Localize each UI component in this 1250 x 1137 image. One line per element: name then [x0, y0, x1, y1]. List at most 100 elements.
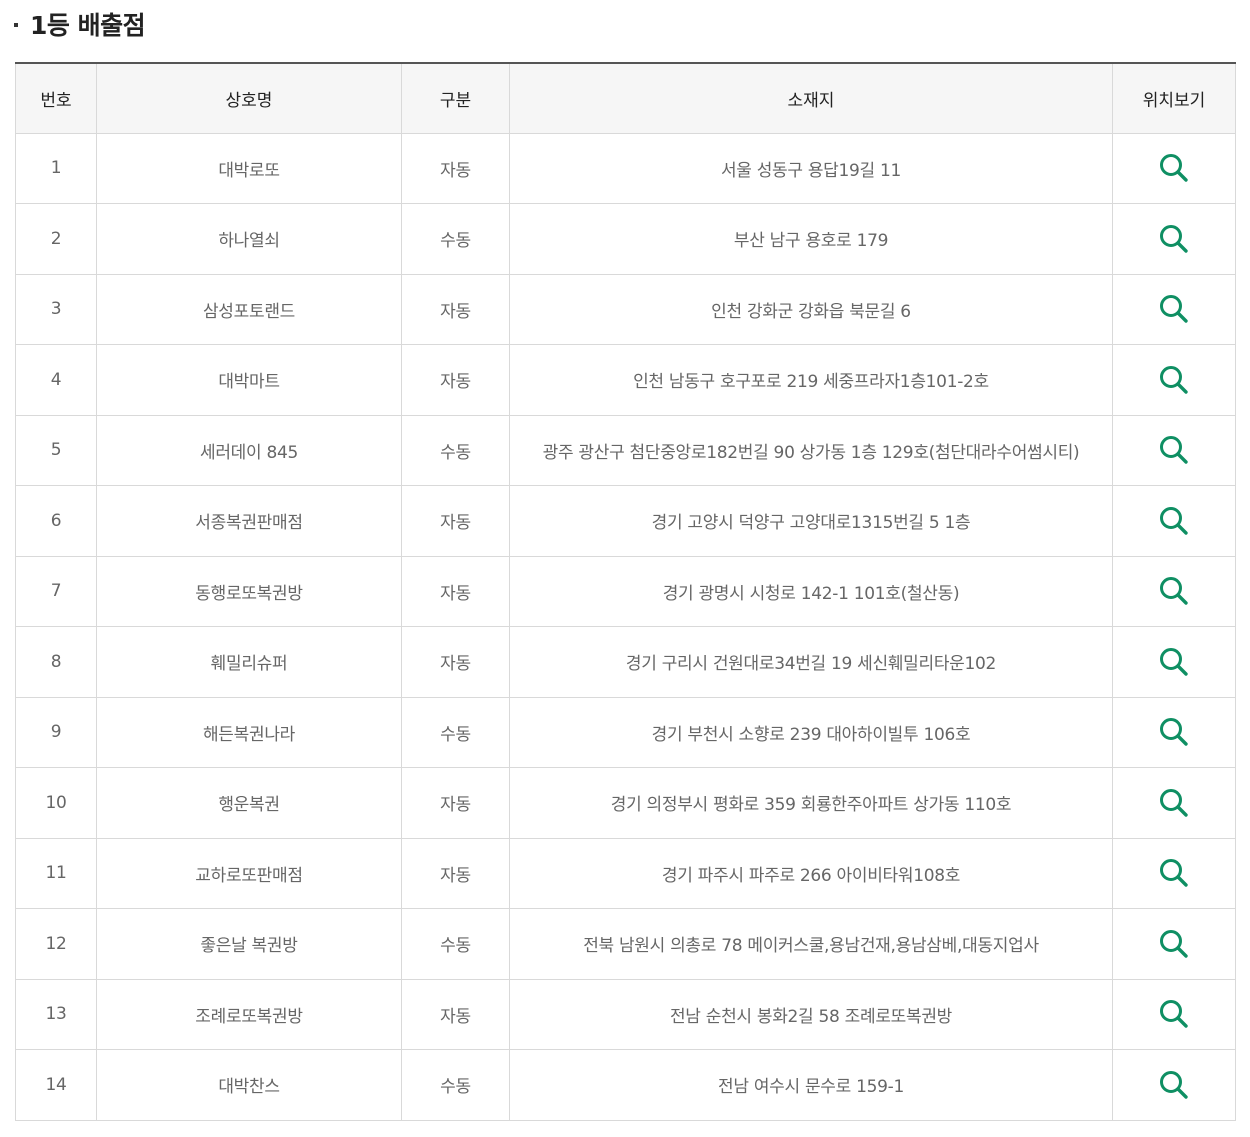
- table-row: 10 행운복권 자동 경기 의정부시 평화로 359 회룡한주아파트 상가동 110호: [15, 767, 1236, 839]
- cell-name: 하나열쇠: [96, 203, 402, 275]
- cell-type: 수동: [401, 696, 510, 768]
- cell-map: [1112, 344, 1236, 416]
- view-location-button[interactable]: [1157, 363, 1191, 397]
- search-icon: [1157, 856, 1191, 890]
- cell-map: [1112, 767, 1236, 839]
- cell-map: [1112, 978, 1236, 1050]
- view-location-button[interactable]: [1157, 151, 1191, 185]
- view-location-button[interactable]: [1157, 997, 1191, 1031]
- cell-address: 전남 여수시 문수로 159-1: [509, 1049, 1113, 1121]
- search-icon: [1157, 1068, 1191, 1102]
- cell-map: [1112, 132, 1236, 204]
- section-title: 1등 배출점: [14, 6, 146, 42]
- cell-name: 대박로또: [96, 132, 402, 204]
- cell-no: 7: [15, 555, 97, 627]
- cell-address: 경기 광명시 시청로 142-1 101호(철산동): [509, 555, 1113, 627]
- cell-map: [1112, 555, 1236, 627]
- cell-name: 대박찬스: [96, 1049, 402, 1121]
- cell-no: 10: [15, 767, 97, 839]
- view-location-button[interactable]: [1157, 715, 1191, 749]
- view-location-button[interactable]: [1157, 645, 1191, 679]
- view-location-button[interactable]: [1157, 1068, 1191, 1102]
- search-icon: [1157, 363, 1191, 397]
- cell-name: 동행로또복권방: [96, 555, 402, 627]
- table-header: 번호 상호명 구분 소재지 위치보기: [15, 62, 1236, 134]
- cell-type: 자동: [401, 767, 510, 839]
- cell-map: [1112, 273, 1236, 345]
- header-name: 상호명: [96, 62, 402, 134]
- cell-map: [1112, 203, 1236, 275]
- table-row: 13 조례로또복권방 자동 전남 순천시 봉화2길 58 조례로또복권방: [15, 978, 1236, 1050]
- title-bullet: [14, 23, 18, 27]
- cell-no: 9: [15, 696, 97, 768]
- cell-type: 자동: [401, 837, 510, 909]
- cell-type: 자동: [401, 978, 510, 1050]
- table-row: 12 좋은날 복권방 수동 전북 남원시 의총로 78 메이커스쿨,용남건재,용남삼베…: [15, 908, 1236, 980]
- cell-no: 14: [15, 1049, 97, 1121]
- cell-map: [1112, 696, 1236, 768]
- cell-type: 수동: [401, 414, 510, 486]
- cell-type: 자동: [401, 344, 510, 416]
- cell-type: 자동: [401, 132, 510, 204]
- table-row: 8 훼밀리슈퍼 자동 경기 구리시 건원대로34번길 19 세신훼밀리타운102: [15, 626, 1236, 698]
- search-icon: [1157, 574, 1191, 608]
- cell-address: 경기 부천시 소향로 239 대아하이빌투 106호: [509, 696, 1113, 768]
- view-location-button[interactable]: [1157, 856, 1191, 890]
- view-location-button[interactable]: [1157, 433, 1191, 467]
- cell-map: [1112, 485, 1236, 557]
- view-location-button[interactable]: [1157, 574, 1191, 608]
- cell-map: [1112, 414, 1236, 486]
- cell-type: 자동: [401, 555, 510, 627]
- cell-type: 자동: [401, 485, 510, 557]
- search-icon: [1157, 997, 1191, 1031]
- view-location-button[interactable]: [1157, 292, 1191, 326]
- cell-name: 훼밀리슈퍼: [96, 626, 402, 698]
- view-location-button[interactable]: [1157, 786, 1191, 820]
- cell-address: 인천 강화군 강화읍 북문길 6: [509, 273, 1113, 345]
- cell-address: 전남 순천시 봉화2길 58 조례로또복권방: [509, 978, 1113, 1050]
- cell-map: [1112, 626, 1236, 698]
- cell-address: 경기 구리시 건원대로34번길 19 세신훼밀리타운102: [509, 626, 1113, 698]
- cell-type: 수동: [401, 908, 510, 980]
- table-row: 5 세러데이 845 수동 광주 광산구 첨단중앙로182번길 90 상가동 1층 1…: [15, 414, 1236, 486]
- cell-address: 경기 의정부시 평화로 359 회룡한주아파트 상가동 110호: [509, 767, 1113, 839]
- view-location-button[interactable]: [1157, 504, 1191, 538]
- header-row: 번호 상호명 구분 소재지 위치보기: [15, 62, 1236, 134]
- cell-address: 서울 성동구 용답19길 11: [509, 132, 1113, 204]
- view-location-button[interactable]: [1157, 927, 1191, 961]
- table-row: 2 하나열쇠 수동 부산 남구 용호로 179: [15, 203, 1236, 275]
- cell-map: [1112, 1049, 1236, 1121]
- cell-no: 2: [15, 203, 97, 275]
- cell-name: 서종복권판매점: [96, 485, 402, 557]
- cell-address: 전북 남원시 의총로 78 메이커스쿨,용남건재,용남삼베,대동지업사: [509, 908, 1113, 980]
- header-map: 위치보기: [1112, 62, 1236, 134]
- table-body: 1 대박로또 자동 서울 성동구 용답19길 11 2 하나열쇠 수동 부산 남구 용호로 1…: [15, 132, 1236, 1121]
- view-location-button[interactable]: [1157, 222, 1191, 256]
- search-icon: [1157, 715, 1191, 749]
- table-row: 14 대박찬스 수동 전남 여수시 문수로 159-1: [15, 1049, 1236, 1121]
- cell-address: 광주 광산구 첨단중앙로182번길 90 상가동 1층 129호(첨단대라수어썸…: [509, 414, 1113, 486]
- cell-name: 삼성포토랜드: [96, 273, 402, 345]
- cell-no: 3: [15, 273, 97, 345]
- table-row: 4 대박마트 자동 인천 남동구 호구포로 219 세중프라자1층101-2호: [15, 344, 1236, 416]
- header-no: 번호: [15, 62, 97, 134]
- cell-name: 조례로또복권방: [96, 978, 402, 1050]
- cell-name: 해든복권나라: [96, 696, 402, 768]
- search-icon: [1157, 504, 1191, 538]
- cell-address: 경기 고양시 덕양구 고양대로1315번길 5 1층: [509, 485, 1113, 557]
- header-type: 구분: [401, 62, 510, 134]
- winner-shops-table: 번호 상호명 구분 소재지 위치보기 1 대박로또 자동 서울 성동구 용답19길 1…: [15, 62, 1236, 1121]
- table-row: 11 교하로또판매점 자동 경기 파주시 파주로 266 아이비타워108호: [15, 837, 1236, 909]
- cell-no: 13: [15, 978, 97, 1050]
- cell-type: 자동: [401, 273, 510, 345]
- search-icon: [1157, 645, 1191, 679]
- cell-map: [1112, 837, 1236, 909]
- cell-name: 세러데이 845: [96, 414, 402, 486]
- table-row: 9 해든복권나라 수동 경기 부천시 소향로 239 대아하이빌투 106호: [15, 696, 1236, 768]
- search-icon: [1157, 433, 1191, 467]
- search-icon: [1157, 786, 1191, 820]
- cell-address: 경기 파주시 파주로 266 아이비타워108호: [509, 837, 1113, 909]
- table-row: 7 동행로또복권방 자동 경기 광명시 시청로 142-1 101호(철산동): [15, 555, 1236, 627]
- cell-type: 수동: [401, 1049, 510, 1121]
- cell-map: [1112, 908, 1236, 980]
